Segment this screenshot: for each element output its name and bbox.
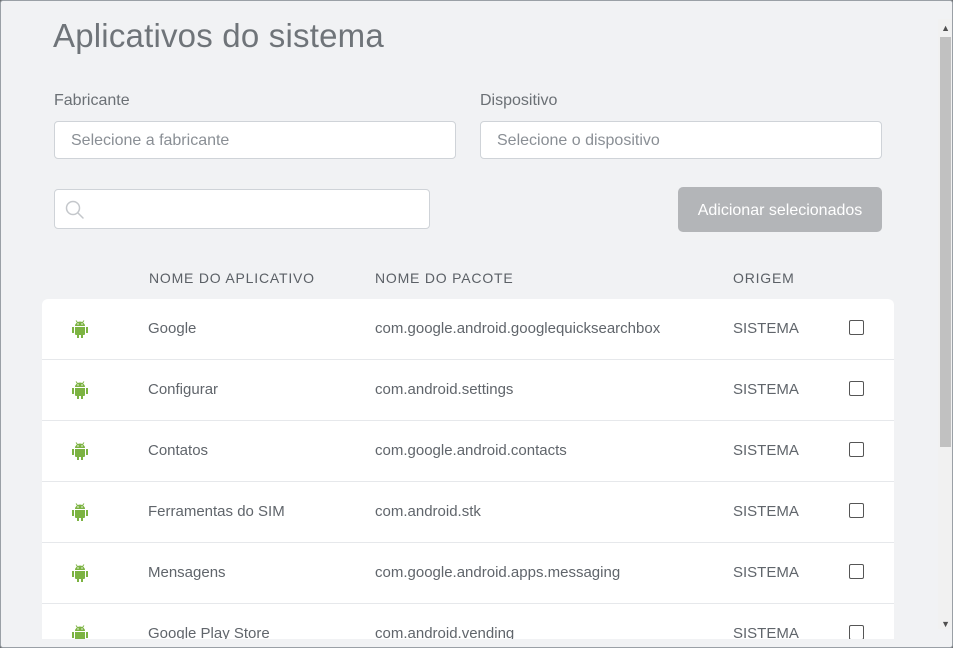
row-checkbox[interactable] [849, 564, 864, 579]
scrollbar-thumb[interactable] [940, 37, 951, 447]
app-name: Ferramentas do SIM [148, 503, 285, 520]
search-field[interactable] [54, 189, 430, 230]
table-row[interactable]: Contatos com.google.android.contacts SIS… [42, 421, 894, 482]
android-icon [70, 319, 90, 344]
table-row[interactable]: Ferramentas do SIM com.android.stk SISTE… [42, 482, 894, 543]
origin: SISTEMA [733, 381, 799, 398]
column-header-origin: ORIGEM [733, 270, 795, 286]
vertical-scrollbar[interactable] [938, 19, 952, 629]
search-icon [65, 200, 84, 219]
android-icon [70, 380, 90, 405]
android-icon [70, 502, 90, 527]
android-icon [70, 441, 90, 466]
scroll-down-arrow-icon[interactable]: ▼ [941, 619, 950, 629]
row-checkbox[interactable] [849, 503, 864, 518]
package-name: com.google.android.apps.messaging [375, 564, 621, 581]
origin: SISTEMA [733, 503, 799, 520]
table-row[interactable]: Mensagens com.google.android.apps.messag… [42, 543, 894, 604]
android-icon [70, 563, 90, 588]
row-checkbox[interactable] [849, 320, 864, 335]
search-input[interactable] [91, 190, 425, 230]
origin: SISTEMA [733, 625, 799, 639]
origin: SISTEMA [733, 320, 799, 337]
table-row[interactable]: Google Play Store com.android.vending SI… [42, 604, 894, 639]
table-row[interactable]: Configurar com.android.settings SISTEMA [42, 360, 894, 421]
package-name: com.android.vending [375, 625, 515, 639]
column-header-package-name: NOME DO PACOTE [375, 270, 514, 286]
package-name: com.android.settings [375, 381, 514, 398]
add-selected-button[interactable]: Adicionar selecionados [678, 187, 882, 232]
package-name: com.google.android.contacts [375, 442, 567, 459]
manufacturer-label: Fabricante [54, 92, 130, 109]
row-checkbox[interactable] [849, 442, 864, 457]
system-apps-dialog: Aplicativos do sistema Fabricante Seleci… [0, 0, 953, 648]
row-checkbox[interactable] [849, 381, 864, 396]
app-name: Configurar [148, 381, 219, 398]
app-name: Contatos [148, 442, 209, 459]
dialog-title: Aplicativos do sistema [53, 17, 384, 54]
device-label: Dispositivo [480, 92, 558, 109]
android-icon [70, 624, 90, 639]
package-name: com.android.stk [375, 503, 481, 520]
table-row[interactable]: Google com.google.android.googlequicksea… [42, 299, 894, 360]
scroll-up-arrow-icon[interactable]: ▲ [941, 23, 950, 33]
manufacturer-select[interactable]: Selecione a fabricante [54, 121, 456, 159]
row-checkbox[interactable] [849, 625, 864, 639]
device-select[interactable]: Selecione o dispositivo [480, 121, 882, 159]
app-name: Google [148, 320, 197, 337]
origin: SISTEMA [733, 564, 799, 581]
origin: SISTEMA [733, 442, 799, 459]
app-name: Mensagens [148, 564, 226, 581]
app-name: Google Play Store [148, 625, 270, 639]
package-name: com.google.android.googlequicksearchbox [375, 320, 661, 337]
apps-table: Google com.google.android.googlequicksea… [42, 299, 894, 639]
column-header-app-name: NOME DO APLICATIVO [149, 270, 315, 286]
